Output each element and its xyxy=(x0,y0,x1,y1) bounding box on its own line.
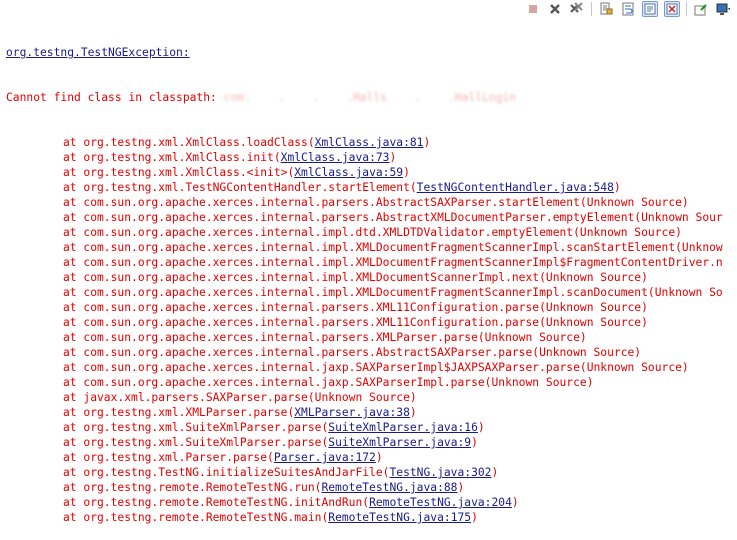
source-link[interactable]: TestNG.java:302 xyxy=(389,466,491,479)
stack-frame: at com.sun.org.apache.xerces.internal.pa… xyxy=(6,300,737,315)
stack-frame: at com.sun.org.apache.xerces.internal.pa… xyxy=(6,195,737,210)
stack-frame-method: at com.sun.org.apache.xerces.internal.im… xyxy=(63,226,682,239)
stack-frame: at org.testng.xml.SuiteXmlParser.parse(S… xyxy=(6,420,737,435)
word-wrap-icon xyxy=(622,2,633,16)
stack-frame-end: ) xyxy=(389,151,397,164)
toolbar-separator xyxy=(591,2,592,16)
stack-frame-method: at org.testng.xml.XmlClass.<init>( xyxy=(63,166,295,179)
stack-frame-method: at com.sun.org.apache.xerces.internal.im… xyxy=(63,286,723,299)
stack-frame-end: ) xyxy=(613,181,621,194)
stack-frame: at com.sun.org.apache.xerces.internal.im… xyxy=(6,240,737,255)
stack-frame: at org.testng.xml.TestNGContentHandler.s… xyxy=(6,180,737,195)
stack-frame-method: at com.sun.org.apache.xerces.internal.pa… xyxy=(63,316,648,329)
stack-frame-end: ) xyxy=(423,136,431,149)
stack-frame: at com.sun.org.apache.xerces.internal.pa… xyxy=(6,330,737,345)
stack-frame-method: at org.testng.remote.RemoteTestNG.run( xyxy=(63,481,322,494)
stack-frame-method: at com.sun.org.apache.xerces.internal.pa… xyxy=(63,346,642,359)
source-link[interactable]: TestNGContentHandler.java:548 xyxy=(417,181,614,194)
stack-frame-method: at com.sun.org.apache.xerces.internal.im… xyxy=(63,241,723,254)
stack-trace: at org.testng.xml.XmlClass.loadClass(Xml… xyxy=(6,135,737,525)
stack-frame-method: at com.sun.org.apache.xerces.internal.pa… xyxy=(63,211,723,224)
exception-class-line: org.testng.TestNGException: xyxy=(6,45,737,60)
stack-frame-method: at com.sun.org.apache.xerces.internal.im… xyxy=(63,271,648,284)
show-on-stderr-icon xyxy=(666,3,678,15)
stack-frame: at org.testng.remote.RemoteTestNG.initAn… xyxy=(6,495,737,510)
stack-frame-method: at org.testng.xml.SuiteXmlParser.parse( xyxy=(63,436,329,449)
stack-frame-method: at com.sun.org.apache.xerces.internal.ja… xyxy=(63,361,689,374)
source-link[interactable]: RemoteTestNG.java:175 xyxy=(328,511,471,524)
source-link[interactable]: XmlClass.java:59 xyxy=(294,166,403,179)
pin-console-icon xyxy=(694,3,707,15)
source-link[interactable]: SuiteXmlParser.java:16 xyxy=(328,421,478,434)
remove-all-terminated-icon xyxy=(570,2,583,13)
stack-frame-method: at org.testng.remote.RemoteTestNG.initAn… xyxy=(63,496,370,509)
stack-frame-method: at com.sun.org.apache.xerces.internal.pa… xyxy=(63,331,587,344)
stack-frame-end: ) xyxy=(511,496,519,509)
stack-frame: at com.sun.org.apache.xerces.internal.im… xyxy=(6,255,737,270)
stack-frame: at com.sun.org.apache.xerces.internal.im… xyxy=(6,225,737,240)
stack-frame: at org.testng.xml.SuiteXmlParser.parse(S… xyxy=(6,435,737,450)
stack-frame-method: at javax.xml.parsers.SAXParser.parse(Unk… xyxy=(63,391,417,404)
stack-frame-method: at org.testng.remote.RemoteTestNG.main( xyxy=(63,511,329,524)
stack-frame: at org.testng.xml.XmlClass.init(XmlClass… xyxy=(6,150,737,165)
stack-frame: at com.sun.org.apache.xerces.internal.pa… xyxy=(6,345,737,360)
error-message-line: Cannot find class in classpath: com. . .… xyxy=(6,90,737,105)
remove-launch-icon xyxy=(550,4,560,14)
stack-frame: at javax.xml.parsers.SAXParser.parse(Unk… xyxy=(6,390,737,405)
source-link[interactable]: RemoteTestNG.java:204 xyxy=(369,496,512,509)
redacted-class-name: com. . . .Halls . .HallLogin xyxy=(223,91,517,104)
stack-frame-method: at org.testng.xml.TestNGContentHandler.s… xyxy=(63,181,417,194)
stack-frame: at org.testng.xml.XmlClass.loadClass(Xml… xyxy=(6,135,737,150)
stack-frame: at com.sun.org.apache.xerces.internal.pa… xyxy=(6,315,737,330)
source-link[interactable]: XmlClass.java:81 xyxy=(315,136,424,149)
stack-frame-method: at org.testng.xml.XmlClass.init( xyxy=(63,151,281,164)
error-message: Cannot find class in classpath: xyxy=(6,91,224,104)
stack-frame: at org.testng.TestNG.initializeSuitesAnd… xyxy=(6,465,737,480)
terminate-icon xyxy=(529,5,537,13)
stack-frame: at com.sun.org.apache.xerces.internal.im… xyxy=(6,270,737,285)
stack-frame: at org.testng.remote.RemoteTestNG.run(Re… xyxy=(6,480,737,495)
stack-frame-end: ) xyxy=(471,511,478,524)
display-console-icon xyxy=(716,3,730,15)
scroll-lock-icon xyxy=(600,2,612,15)
stack-frame: at com.sun.org.apache.xerces.internal.ja… xyxy=(6,375,737,390)
stack-frame: at org.testng.xml.XMLParser.parse(XMLPar… xyxy=(6,405,737,420)
stack-frame: at com.sun.org.apache.xerces.internal.im… xyxy=(6,285,737,300)
stack-frame-method: at com.sun.org.apache.xerces.internal.pa… xyxy=(63,196,689,209)
stack-frame: at org.testng.xml.XmlClass.<init>(XmlCla… xyxy=(6,165,737,180)
stack-frame-method: at com.sun.org.apache.xerces.internal.im… xyxy=(63,256,723,269)
source-link[interactable]: RemoteTestNG.java:88 xyxy=(321,481,457,494)
source-link[interactable]: XMLParser.java:38 xyxy=(294,406,410,419)
console-output[interactable]: org.testng.TestNGException: Cannot find … xyxy=(6,15,737,540)
exception-class-link[interactable]: org.testng.TestNGException: xyxy=(6,46,190,59)
stack-frame-end: ) xyxy=(477,421,485,434)
stack-frame-end: ) xyxy=(403,166,410,179)
stack-frame-method: at org.testng.xml.SuiteXmlParser.parse( xyxy=(63,421,329,434)
stack-frame-end: ) xyxy=(457,481,465,494)
toolbar-separator xyxy=(686,2,687,16)
stack-frame: at com.sun.org.apache.xerces.internal.pa… xyxy=(6,210,737,225)
stack-frame-method: at org.testng.xml.XmlClass.loadClass( xyxy=(63,136,315,149)
stack-frame-method: at org.testng.xml.XMLParser.parse( xyxy=(63,406,295,419)
source-link[interactable]: XmlClass.java:73 xyxy=(281,151,390,164)
stack-frame-end: ) xyxy=(491,466,499,479)
stack-frame: at com.sun.org.apache.xerces.internal.ja… xyxy=(6,360,737,375)
stack-frame: at org.testng.remote.RemoteTestNG.main(R… xyxy=(6,510,737,525)
stack-frame-end: ) xyxy=(409,406,417,419)
stack-frame-method: at com.sun.org.apache.xerces.internal.pa… xyxy=(63,301,648,314)
source-link[interactable]: SuiteXmlParser.java:9 xyxy=(328,436,471,449)
stack-frame: at org.testng.xml.Parser.parse(Parser.ja… xyxy=(6,450,737,465)
show-on-stdout-icon xyxy=(644,3,656,15)
stack-frame-method: at org.testng.TestNG.initializeSuitesAnd… xyxy=(63,466,390,479)
stack-frame-method: at com.sun.org.apache.xerces.internal.ja… xyxy=(63,376,594,389)
stack-frame-end: ) xyxy=(471,436,478,449)
